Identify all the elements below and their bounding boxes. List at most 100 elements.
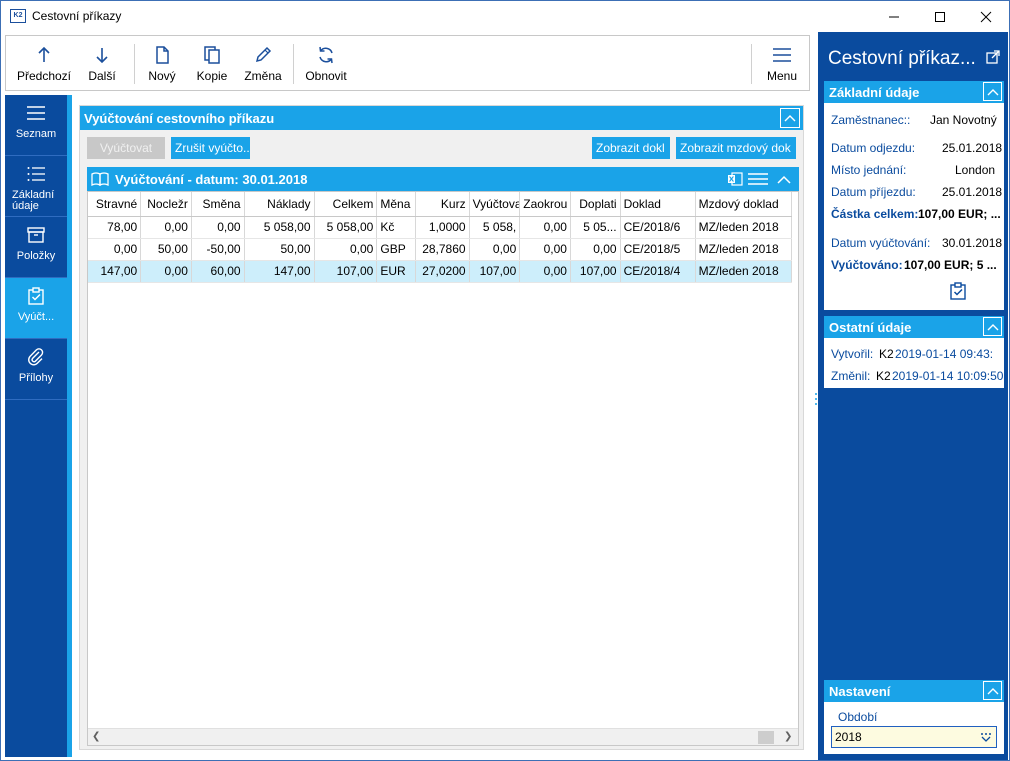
- table-cell: CE/2018/6: [620, 216, 696, 239]
- column-header[interactable]: Doklad: [620, 192, 696, 217]
- column-header[interactable]: Mzdový doklad: [695, 192, 793, 217]
- other-info-title: Ostatní údaje: [829, 320, 912, 335]
- column-header[interactable]: Stravné: [88, 192, 142, 217]
- period-select[interactable]: 2018: [831, 726, 997, 748]
- detail-side-panel: Cestovní příkaz... Základní údaje Zaměst…: [818, 32, 1008, 760]
- column-header[interactable]: Kurz: [415, 192, 470, 217]
- table-row-selected[interactable]: 147,00 0,00 60,00 147,00 107,00 EUR 27,0…: [88, 260, 793, 283]
- zrusit-vyuctovani-button[interactable]: Zrušit vyúčto...: [171, 137, 250, 159]
- modified-by-user: K2: [876, 369, 891, 383]
- nav-item-polozky[interactable]: Položky: [5, 217, 67, 278]
- table-header-row: Stravné Nocležr Směna Náklady Celkem Měn…: [88, 192, 793, 217]
- table-cell: 147,00: [88, 260, 142, 283]
- table-cell: 107,00: [469, 260, 521, 283]
- total-amount-field: Částka celkem: 107,00 EUR; ...: [831, 207, 1001, 221]
- svg-text:X: X: [729, 176, 735, 184]
- meeting-place-field: Místo jednání: London: [831, 163, 995, 177]
- grid-menu-icon[interactable]: [748, 172, 768, 186]
- chevron-up-icon[interactable]: [777, 175, 791, 184]
- arrival-date-label: Datum příjezdu:: [831, 185, 916, 199]
- settlement-panel: Vyúčtování cestovního příkazu Vyúčtovat …: [79, 105, 804, 750]
- scrollbar-thumb[interactable]: [758, 731, 774, 744]
- excel-export-icon[interactable]: X: [727, 171, 743, 187]
- nav-item-seznam[interactable]: Seznam: [5, 95, 67, 156]
- created-timestamp: 2019-01-14 09:43:: [895, 347, 994, 361]
- other-info-header: Ostatní údaje: [824, 316, 1004, 338]
- collapse-button[interactable]: [983, 82, 1002, 101]
- table-cell: 5 058,00: [314, 216, 378, 239]
- nav-item-prilohy[interactable]: Přílohy: [5, 339, 67, 400]
- copy-button[interactable]: Kopie: [190, 36, 234, 92]
- other-info-body: Vytvořil: K2 2019-01-14 09:43: Změnil: K…: [824, 338, 1004, 388]
- scroll-right-icon[interactable]: ❯: [784, 731, 792, 742]
- table-cell: 0,00: [519, 216, 571, 239]
- modified-timestamp: 2019-01-14 10:09:50: [892, 369, 1004, 383]
- table-row[interactable]: 78,00 0,00 0,00 5 058,00 5 058,00 Kč 1,0…: [88, 216, 793, 239]
- chevron-up-icon: [987, 687, 998, 694]
- nav-item-label: Přílohy: [18, 372, 54, 384]
- close-button[interactable]: [963, 1, 1009, 32]
- table-cell: MZ/leden 2018: [695, 238, 793, 261]
- table-cell: MZ/leden 2018: [695, 216, 793, 239]
- nav-item-label: Vyúčt...: [17, 311, 55, 323]
- collapse-button[interactable]: [780, 108, 800, 128]
- paperclip-icon: [28, 348, 44, 366]
- copy-icon: [204, 46, 220, 64]
- column-header[interactable]: Náklady: [244, 192, 315, 217]
- arrow-up-icon: [38, 46, 50, 62]
- edit-label: Změna: [244, 69, 282, 83]
- previous-button[interactable]: Předchozí: [14, 36, 74, 92]
- scroll-left-icon[interactable]: ❮: [92, 731, 100, 742]
- table-cell: 27,0200: [415, 260, 470, 283]
- column-header[interactable]: Doplati: [570, 192, 621, 217]
- zobrazit-mzdovy-doklad-button[interactable]: Zobrazit mzdový dok: [676, 137, 796, 159]
- edit-button[interactable]: Změna: [240, 36, 286, 92]
- table-row[interactable]: 0,00 50,00 -50,00 50,00 0,00 GBP 28,7860…: [88, 238, 793, 261]
- clipboard-check-icon[interactable]: [948, 281, 968, 301]
- table-cell: CE/2018/5: [620, 238, 696, 261]
- column-header[interactable]: Směna: [191, 192, 245, 217]
- table-cell: 5 058,00: [244, 216, 315, 239]
- settled-amount-label: Vyúčtováno:: [831, 258, 903, 272]
- table-cell: 0,00: [88, 238, 142, 261]
- table-cell: 60,00: [191, 260, 245, 283]
- employee-value: Jan Novotný: [930, 113, 997, 127]
- column-header[interactable]: Zaokrou: [519, 192, 571, 217]
- chevron-up-icon: [784, 115, 796, 122]
- pencil-icon: [255, 46, 272, 63]
- table-cell: 0,00: [519, 260, 571, 283]
- collapse-button[interactable]: [983, 317, 1002, 336]
- column-header[interactable]: Měna: [376, 192, 416, 217]
- column-header[interactable]: Vyúčtova: [469, 192, 521, 217]
- collapse-button[interactable]: [983, 681, 1002, 700]
- minimize-button[interactable]: [871, 1, 917, 32]
- table-cell: 5 058,: [469, 216, 521, 239]
- next-button[interactable]: Další: [82, 36, 122, 92]
- table-cell: 147,00: [244, 260, 315, 283]
- zobrazit-doklad-button[interactable]: Zobrazit dokl: [592, 137, 670, 159]
- maximize-button[interactable]: [917, 1, 963, 32]
- basic-info-title: Základní údaje: [829, 85, 920, 100]
- settlement-date-field: Datum vyúčtování: 30.01.2018: [831, 236, 1002, 250]
- new-label: Nový: [148, 69, 176, 83]
- departure-date-field: Datum odjezdu: 25.01.2018: [831, 141, 1002, 155]
- nav-item-zakladni-udaje[interactable]: Základní údaje: [5, 156, 67, 217]
- open-external-icon[interactable]: [985, 49, 1001, 65]
- dropdown-icon[interactable]: [980, 732, 992, 742]
- nav-item-vyuctovani[interactable]: Vyúčt...: [5, 278, 67, 339]
- menu-button[interactable]: Menu: [759, 36, 805, 92]
- settlement-table: Stravné Nocležr Směna Náklady Celkem Měn…: [88, 192, 793, 283]
- settings-body: Období 2018: [824, 702, 1004, 754]
- table-cell: Kč: [376, 216, 416, 239]
- horizontal-scrollbar[interactable]: ❮ ❯: [88, 728, 798, 745]
- settlement-date-label: Datum vyúčtování:: [831, 236, 931, 250]
- new-document-icon: [156, 46, 169, 64]
- vyuctovat-button[interactable]: Vyúčtovat: [87, 137, 165, 159]
- settled-amount-field: Vyúčtováno: 107,00 EUR; 5 ...: [831, 258, 997, 272]
- departure-date-label: Datum odjezdu:: [831, 141, 916, 155]
- new-button[interactable]: Nový: [142, 36, 182, 92]
- refresh-button[interactable]: Obnovit: [301, 36, 351, 92]
- grid-header: Vyúčtování - datum: 30.01.2018 X: [87, 167, 799, 191]
- column-header[interactable]: Nocležr: [140, 192, 192, 217]
- column-header[interactable]: Celkem: [314, 192, 378, 217]
